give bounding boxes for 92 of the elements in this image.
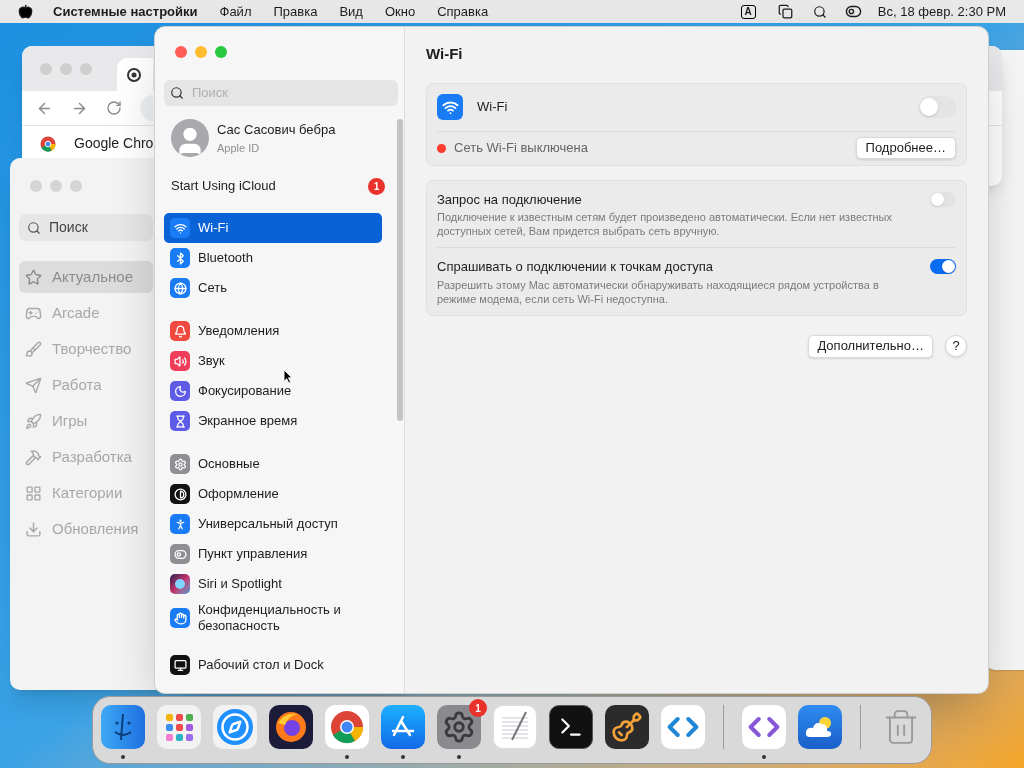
sidebar-item[interactable]: Основные: [164, 449, 382, 479]
account-name: Сас Сасович бебра: [217, 121, 336, 139]
weather-icon[interactable]: [798, 705, 842, 749]
sidebar-item[interactable]: Bluetooth: [164, 243, 382, 273]
bell-icon: [170, 321, 190, 341]
option-description: Разрешить этому Mac автоматически обнаруживать находящиеся рядом устройства в режиме модема, если сеть Wi-Fi недоступна.: [437, 277, 880, 306]
sidebar-item[interactable]: Фокусирование: [164, 376, 382, 406]
orb-icon: [170, 574, 190, 594]
download-icon: [25, 520, 42, 538]
dock-separator: [860, 705, 861, 749]
account-subtitle: Apple ID: [217, 140, 261, 156]
sidebar-item[interactable]: Wi-Fi: [164, 213, 382, 243]
sidebar-item[interactable]: Звук: [164, 346, 382, 376]
input-source-indicator[interactable]: A: [740, 4, 756, 19]
star-icon: [25, 268, 42, 286]
search-field[interactable]: Поиск: [19, 214, 153, 241]
sidebar-item[interactable]: Уведомления: [164, 316, 382, 346]
wifi-icon: [437, 94, 463, 120]
icloud-row[interactable]: Start Using iCloud 1: [171, 171, 385, 201]
notification-badge: 1: [469, 699, 487, 717]
app-grid-icon[interactable]: [157, 705, 201, 749]
sidebar-item[interactable]: Конфиденциальность и безопасность: [164, 599, 382, 637]
help-button[interactable]: ?: [945, 335, 967, 357]
sidebar-item[interactable]: Пункт управления: [164, 539, 382, 569]
dock-separator: [723, 705, 724, 749]
guitar-icon[interactable]: [605, 705, 649, 749]
rocket-icon: [25, 412, 42, 430]
sidebar-item[interactable]: Рабочий стол и Dock: [164, 650, 382, 680]
brush-icon: [25, 340, 42, 358]
scrollbar[interactable]: [397, 119, 403, 421]
sidebar-item[interactable]: Siri и Spotlight: [164, 569, 382, 599]
hand-icon: [170, 608, 190, 628]
toggle-switch[interactable]: [930, 191, 956, 207]
menu-item[interactable]: Вид: [339, 1, 363, 22]
bluetooth-icon: [170, 248, 190, 268]
advanced-button[interactable]: Дополнительно…: [808, 334, 933, 358]
option-title: Запрос на подключение: [437, 190, 583, 209]
menu-app-name[interactable]: Системные настройки: [53, 1, 198, 22]
option-description: Подключение к известным сетям будет произведено автоматически. Если нет известных доступных сетей, Вам придется выбрать сеть вручную.: [437, 210, 893, 238]
compass-icon[interactable]: [213, 705, 257, 749]
app-store-icon[interactable]: [381, 705, 425, 749]
hammer-icon: [25, 448, 42, 466]
option-title: Спрашивать о подключении к точкам доступа: [437, 258, 714, 276]
search-icon[interactable]: [812, 4, 827, 19]
gear-icon: [170, 454, 190, 474]
bookmark-link[interactable]: Google Chro: [74, 133, 154, 154]
sidebar-item[interactable]: Сеть: [164, 273, 382, 303]
finder-icon[interactable]: [101, 705, 145, 749]
sidebar-item[interactable]: Оформление: [164, 479, 382, 509]
person-icon: [170, 514, 190, 534]
sidebar-item[interactable]: Экранное время: [164, 406, 382, 436]
menu-clock[interactable]: Вс, 18 февр. 2:30 PM: [877, 1, 1006, 22]
fox-icon[interactable]: [269, 705, 313, 749]
notepad-icon[interactable]: [493, 705, 537, 749]
monitor-icon: [170, 655, 190, 675]
speaker-icon: [170, 351, 190, 371]
page-title: Wi-Fi: [426, 44, 464, 64]
menu-item[interactable]: Справка: [437, 1, 489, 22]
menu-item[interactable]: Правка: [273, 1, 318, 22]
globe-icon: [170, 278, 190, 298]
toggle-switch[interactable]: [918, 96, 956, 118]
details-button[interactable]: Подробнее…: [855, 137, 956, 159]
windows-icon[interactable]: [777, 4, 793, 19]
zoom-button[interactable]: [215, 46, 227, 58]
hourglass-icon: [170, 411, 190, 431]
toggle-icon: [170, 544, 190, 564]
gear-icon[interactable]: [437, 705, 481, 749]
moon-icon: [170, 381, 190, 401]
sidebar-item[interactable]: Универсальный доступ: [164, 509, 382, 539]
account-row[interactable]: Сас Сасович бебра Apple ID: [171, 119, 404, 157]
avatar-icon: [171, 119, 209, 157]
control-center-icon[interactable]: [844, 3, 862, 20]
send-icon: [25, 376, 42, 394]
wifi-icon: [170, 218, 190, 238]
browser-tab[interactable]: [117, 58, 153, 91]
grid-icon: [25, 484, 42, 502]
contrast-icon: [170, 484, 190, 504]
code-editor-icon[interactable]: [742, 705, 786, 749]
menu-item[interactable]: Файл: [219, 1, 252, 22]
close-button[interactable]: [175, 46, 187, 58]
reload-icon[interactable]: [106, 100, 122, 116]
terminal-icon[interactable]: [549, 705, 593, 749]
search-icon: [27, 220, 41, 235]
wifi-label: Wi-Fi: [477, 98, 508, 117]
pointer-icon: [283, 369, 293, 384]
menu-item[interactable]: Окно: [384, 1, 416, 22]
apple-icon[interactable]: [18, 4, 33, 19]
wifi-status: Сеть Wi-Fi выключена: [454, 139, 588, 158]
code-editor-icon[interactable]: [661, 705, 705, 749]
toggle-switch[interactable]: [930, 259, 956, 274]
notification-badge: 1: [368, 177, 385, 195]
search-icon: [170, 86, 184, 100]
